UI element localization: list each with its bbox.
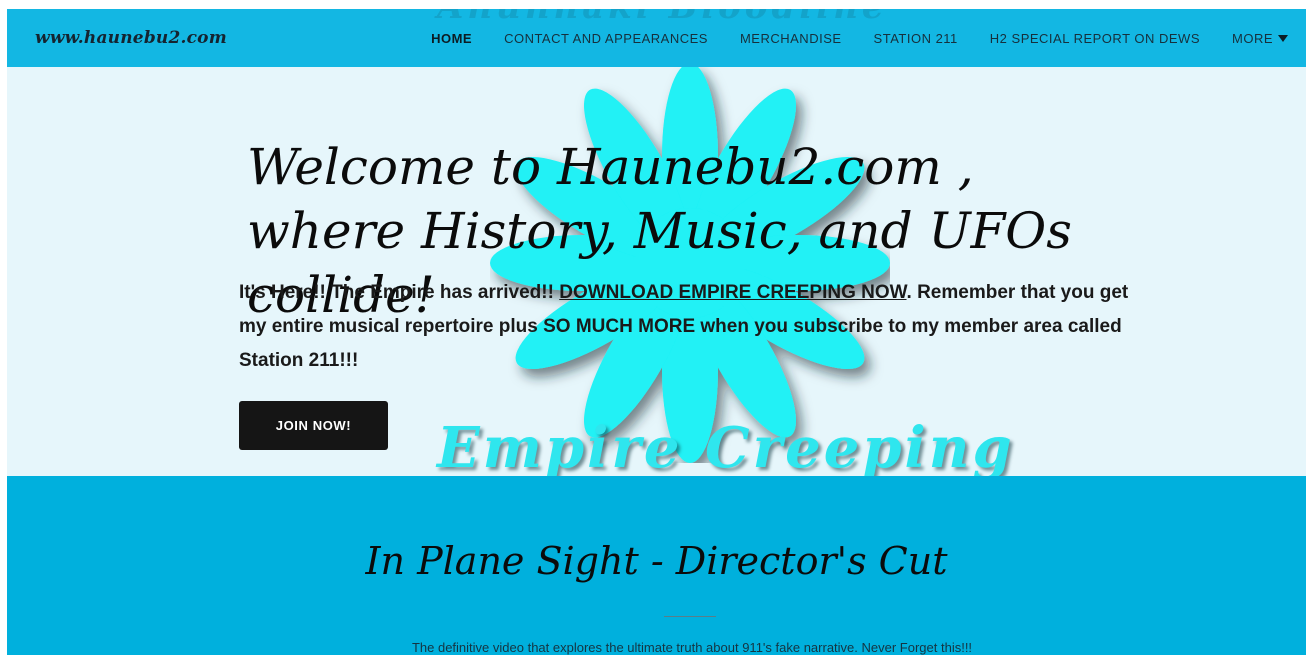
nav-h2-special-report[interactable]: H2 SPECIAL REPORT ON DEWS <box>990 31 1200 46</box>
section-title: In Plane Sight - Director's Cut <box>365 539 948 583</box>
page-frame: Anunnaki Bloodline www.haunebu2.com HOME… <box>7 9 1306 655</box>
caret-down-icon <box>1278 34 1288 42</box>
hero-body-intro: It's Here!! The Empire has arrived!! <box>239 282 560 303</box>
join-now-button[interactable]: JOIN NOW! <box>239 401 388 450</box>
nav-merchandise[interactable]: MERCHANDISE <box>740 31 842 46</box>
nav-more[interactable]: MORE <box>1232 31 1288 46</box>
nav-contact-and-appearances[interactable]: CONTACT AND APPEARANCES <box>504 31 708 46</box>
section-divider <box>664 616 716 617</box>
nav-more-label: MORE <box>1232 30 1273 46</box>
empire-creeping-overlay: Empire Creeping <box>437 415 1015 476</box>
site-logo[interactable]: www.haunebu2.com <box>35 28 227 48</box>
main-nav: HOME CONTACT AND APPEARANCES MERCHANDISE… <box>399 9 1288 67</box>
hero-section: Empire Creeping Welcome to Haunebu2.com … <box>7 67 1306 476</box>
nav-home[interactable]: HOME <box>431 31 472 46</box>
nav-station-211[interactable]: STATION 211 <box>874 31 958 46</box>
section-description: The definitive video that explores the u… <box>411 640 973 655</box>
video-section: In Plane Sight - Director's Cut The defi… <box>7 476 1306 655</box>
site-header: Anunnaki Bloodline www.haunebu2.com HOME… <box>7 9 1306 67</box>
hero-body: It's Here!! The Empire has arrived!! DOW… <box>239 276 1139 378</box>
download-empire-creeping-link[interactable]: DOWNLOAD EMPIRE CREEPING NOW <box>559 282 906 303</box>
